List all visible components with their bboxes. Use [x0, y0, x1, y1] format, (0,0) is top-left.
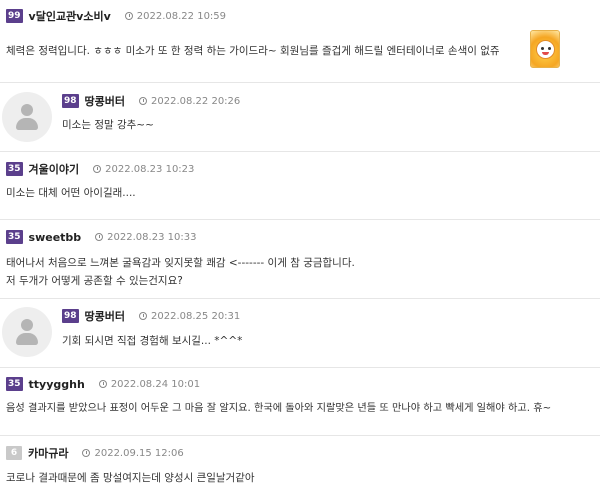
- timestamp-text: 2022.08.22 10:59: [136, 10, 227, 22]
- timestamp-text: 2022.08.23 10:33: [107, 231, 197, 243]
- clock-icon: [139, 312, 148, 320]
- timestamp: 2022.08.22 10:59: [124, 10, 227, 22]
- author-nickname[interactable]: ttyygghh: [29, 378, 85, 391]
- divider: [0, 151, 600, 152]
- divider: [0, 298, 600, 299]
- author-nickname[interactable]: sweetbb: [29, 231, 82, 244]
- comment-meta: 98 땅콩버터 2022.08.25 20:31: [62, 308, 240, 324]
- avatar: [2, 92, 52, 142]
- clock-icon: [139, 97, 148, 105]
- timestamp-text: 2022.08.22 20:26: [151, 95, 241, 107]
- level-badge: 35: [6, 230, 23, 244]
- timestamp: 2022.08.24 10:01: [98, 378, 201, 390]
- timestamp-text: 2022.08.23 10:23: [105, 163, 195, 175]
- clock-icon: [124, 12, 133, 20]
- level-badge: 35: [6, 162, 23, 176]
- author-nickname[interactable]: 땅콩버터: [85, 93, 125, 109]
- comment-text: 체력은 정력입니다. ㅎㅎㅎ 미소가 또 한 정력 하는 가이드라~ 회원님를 …: [6, 45, 500, 57]
- author-nickname[interactable]: v달인교관v소비v: [29, 8, 111, 24]
- comment-meta: 6 카마규라 2022.09.15 12:06: [6, 445, 184, 461]
- timestamp: 2022.09.15 12:06: [82, 447, 184, 459]
- level-badge: 6: [6, 446, 22, 460]
- clock-icon: [95, 233, 104, 241]
- comment-meta: 35 겨울이야기 2022.08.23 10:23: [6, 161, 194, 177]
- divider: [0, 367, 600, 368]
- comment-text: 코로나 결과때문에 좀 망설여지는데 양성시 큰일날거같아: [6, 472, 255, 484]
- comment-text: 미소는 대체 어떤 아이길래....: [6, 187, 136, 199]
- timestamp: 2022.08.23 10:33: [95, 232, 196, 243]
- divider: [0, 219, 600, 220]
- timestamp-text: 2022.08.24 10:01: [110, 378, 201, 390]
- comment-text: 음성 결과지를 받았으나 표정이 어두운 그 마음 잘 알지요. 한국에 돌아와…: [6, 403, 552, 414]
- clock-icon: [93, 165, 102, 173]
- timestamp: 2022.08.25 20:31: [139, 311, 240, 322]
- timestamp: 2022.08.22 20:26: [139, 96, 240, 107]
- divider: [0, 435, 600, 436]
- level-badge: 99: [6, 9, 23, 23]
- clock-icon: [82, 449, 91, 457]
- comment-text-line: 태어나서 처음으로 느껴본 굴욕감과 잊지못할 쾌감 <------- 이게 참…: [6, 257, 355, 269]
- comment-meta: 35 ttyygghh 2022.08.24 10:01: [6, 376, 200, 392]
- timestamp-text: 2022.08.25 20:31: [151, 310, 241, 322]
- comment-meta: 99 v달인교관v소비v 2022.08.22 10:59: [6, 8, 226, 24]
- author-nickname[interactable]: 땅콩버터: [85, 308, 125, 324]
- divider: [0, 82, 600, 83]
- level-badge: 98: [62, 309, 79, 323]
- comment-meta: 98 땅콩버터 2022.08.22 20:26: [62, 93, 240, 109]
- clock-icon: [98, 380, 107, 388]
- comment-meta: 35 sweetbb 2022.08.23 10:33: [6, 229, 196, 245]
- smiley-face-icon: [536, 40, 555, 59]
- comment-text-line: 저 두개가 어떻게 공존할 수 있는건지요?: [6, 275, 183, 287]
- emoticon-sticker: [530, 30, 560, 68]
- avatar: [2, 307, 52, 357]
- author-nickname[interactable]: 카마규라: [28, 445, 68, 461]
- level-badge: 35: [6, 377, 23, 391]
- timestamp-text: 2022.09.15 12:06: [94, 447, 184, 459]
- author-nickname[interactable]: 겨울이야기: [29, 161, 80, 177]
- level-badge: 98: [62, 94, 79, 108]
- timestamp: 2022.08.23 10:23: [93, 164, 194, 175]
- comment-text: 미소는 정말 강추~~: [62, 119, 154, 131]
- comment-text: 기회 되시면 직접 경험해 보시길... *^^*: [62, 335, 243, 347]
